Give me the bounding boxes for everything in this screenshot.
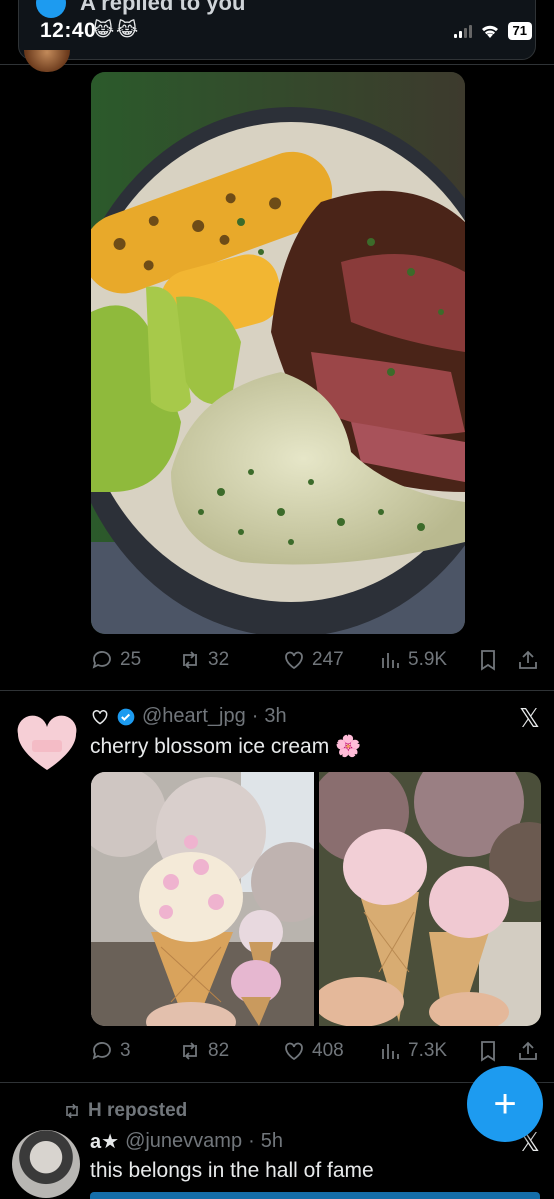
like-count: 247 xyxy=(312,649,344,670)
heart-icon xyxy=(285,1042,303,1061)
separator: · xyxy=(251,705,259,727)
bookmark-icon xyxy=(481,1041,495,1062)
repost-button[interactable]: 32 xyxy=(178,648,282,672)
reply-icon xyxy=(92,1042,111,1060)
tweet1-actions: 25 32 247 5.9K xyxy=(90,646,540,674)
tweet2-time: 3h xyxy=(264,705,287,727)
repost-context[interactable]: H reposted xyxy=(62,1100,187,1122)
views-button[interactable]: 5.9K xyxy=(378,648,476,672)
divider xyxy=(0,690,554,691)
tweet2-handle[interactable]: @heart_jpg xyxy=(142,705,246,728)
divider xyxy=(0,64,554,65)
tweet-image-ice-cream-1[interactable] xyxy=(91,772,314,1026)
tweet3-name[interactable]: a★ xyxy=(90,1129,119,1154)
reply-count: 25 xyxy=(120,649,142,670)
repost-icon xyxy=(66,1103,78,1119)
heart-avatar[interactable] xyxy=(16,714,78,776)
tweet3-handle[interactable]: @junevvamp xyxy=(125,1130,242,1153)
cherry-blossom-icon: 🌸 xyxy=(335,735,362,758)
verified-badge-icon xyxy=(117,708,135,725)
steak-bowl-illustration xyxy=(91,72,465,634)
tweet2-text: cherry blossom ice cream 🌸 xyxy=(90,735,361,759)
tweet2-header: @heart_jpg · 3h xyxy=(90,705,287,728)
tweet-image-ice-cream-2[interactable] xyxy=(319,772,541,1026)
repost-button[interactable]: 82 xyxy=(178,1039,282,1063)
tweet3-body: this belongs in the hall of fame xyxy=(90,1159,374,1182)
views-icon xyxy=(382,1044,399,1059)
avatar[interactable] xyxy=(24,50,70,72)
views-icon xyxy=(382,653,399,668)
status-time: 12:40 xyxy=(40,19,97,42)
views-count: 7.3K xyxy=(408,1040,448,1061)
reply-button[interactable]: 25 xyxy=(90,648,178,672)
ice-cream-illustration-2 xyxy=(319,772,541,1026)
battery-indicator: 71 xyxy=(507,22,532,40)
tweet2-actions: 3 82 408 7.3K xyxy=(90,1037,540,1065)
status-emoji-2: 😹 xyxy=(116,20,139,41)
repost-icon xyxy=(183,1042,197,1060)
wifi-icon xyxy=(481,25,498,38)
heart-icon xyxy=(285,651,303,670)
like-button[interactable]: 408 xyxy=(282,1039,378,1063)
repost-count: 32 xyxy=(208,649,230,670)
tweet3-time: 5h xyxy=(260,1130,284,1152)
bookmark-button[interactable] xyxy=(476,1039,516,1063)
like-count: 408 xyxy=(312,1040,344,1061)
embedded-card-edge xyxy=(90,1192,540,1199)
x-logo-icon[interactable]: 𝕏 xyxy=(519,703,540,734)
tweet3-header: a★ @junevvamp · 5h xyxy=(90,1129,283,1154)
repost-label: H reposted xyxy=(88,1100,188,1121)
views-count: 5.9K xyxy=(408,649,448,670)
ice-cream-illustration-1 xyxy=(91,772,314,1026)
reply-button[interactable]: 3 xyxy=(90,1039,178,1063)
separator: · xyxy=(248,1130,255,1152)
reply-icon xyxy=(92,651,111,669)
bookmark-icon xyxy=(481,650,495,671)
heart-outline-icon xyxy=(92,709,108,725)
repost-icon xyxy=(183,651,197,669)
compose-button[interactable]: + xyxy=(467,1066,543,1142)
avatar[interactable] xyxy=(12,1130,80,1198)
divider xyxy=(0,1082,554,1083)
share-button[interactable] xyxy=(516,1039,540,1063)
share-icon xyxy=(519,650,537,669)
bookmark-button[interactable] xyxy=(476,648,516,672)
notification-text: A replied to you xyxy=(80,0,246,15)
tweet-image-steak-bowl[interactable] xyxy=(91,72,465,634)
share-button[interactable] xyxy=(516,648,540,672)
reply-count: 3 xyxy=(120,1040,131,1061)
status-indicators: 71 xyxy=(453,22,532,40)
share-icon xyxy=(519,1041,537,1060)
like-button[interactable]: 247 xyxy=(282,648,378,672)
views-button[interactable]: 7.3K xyxy=(378,1039,476,1063)
repost-count: 82 xyxy=(208,1040,230,1061)
status-emoji-1: 😹 xyxy=(92,20,115,41)
tweet2-body: cherry blossom ice cream xyxy=(90,735,330,758)
signal-icon xyxy=(453,24,472,38)
